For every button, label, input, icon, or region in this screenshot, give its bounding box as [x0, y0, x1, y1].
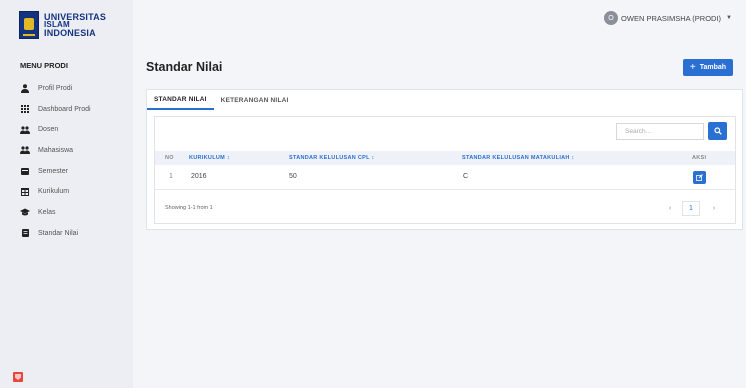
prev-page-button[interactable]: ‹	[663, 201, 677, 216]
sidebar-item-profil-prodi[interactable]: Profil Prodi	[20, 78, 91, 99]
sidebar-item-kelas[interactable]: Kelas	[20, 202, 91, 223]
sidebar-menu: Profil Prodi Dashboard Prodi Dosen Mahas…	[20, 78, 91, 244]
search-input[interactable]	[616, 123, 704, 140]
sidebar-item-kurikulum[interactable]: Kurikulum	[20, 181, 91, 202]
search-button[interactable]	[708, 122, 727, 140]
cell-matakuliah: C	[463, 173, 469, 180]
sidebar-item-semester[interactable]: Semester	[20, 161, 91, 182]
search-icon	[713, 127, 722, 135]
table-icon	[20, 187, 30, 196]
sidebar-item-dosen[interactable]: Dosen	[20, 119, 91, 140]
tab-standar-nilai[interactable]: STANDAR NILAI	[147, 90, 214, 110]
user-menu[interactable]: O OWEN PRASIMSHA (PRODI) ▼	[604, 11, 732, 25]
user-icon	[20, 84, 30, 93]
avatar: O	[604, 11, 619, 25]
page-number-button[interactable]: 1	[682, 201, 700, 216]
table-panel: NO KURIKULUM ↕ STANDAR KELULUSAN CPL ↕ S…	[154, 116, 736, 224]
chevron-right-icon: ›	[712, 205, 716, 212]
sidebar-item-label: Standar Nilai	[38, 229, 79, 237]
graduation-cap-icon	[20, 208, 30, 217]
table-row: 1 2016 50 C	[155, 165, 735, 190]
edit-button[interactable]	[693, 171, 706, 184]
page-title: Standar Nilai	[146, 60, 223, 74]
table-header: NO KURIKULUM ↕ STANDAR KELULUSAN CPL ↕ S…	[155, 151, 735, 165]
sidebar-item-label: Dashboard Prodi	[38, 105, 91, 113]
university-logo[interactable]: UNIVERSITAS ISLAM INDONESIA	[19, 8, 114, 42]
sidebar-item-label: Kelas	[38, 208, 56, 216]
column-header-kurikulum[interactable]: KURIKULUM ↕	[189, 155, 230, 161]
sidebar-item-label: Mahasiswa	[38, 146, 74, 154]
logo-line-3: INDONESIA	[44, 28, 96, 38]
add-button[interactable]: + Tambah	[683, 59, 733, 76]
tab-bar: STANDAR NILAI KETERANGAN NILAI	[147, 90, 296, 110]
users-icon	[20, 146, 30, 155]
content-card: STANDAR NILAI KETERANGAN NILAI NO KURIKU…	[146, 89, 743, 230]
edit-icon	[696, 174, 703, 181]
column-header-no: NO	[165, 155, 174, 161]
cell-kurikulum: 2016	[191, 173, 207, 180]
sidebar-item-label: Dosen	[38, 126, 59, 134]
sidebar-item-label: Kurikulum	[38, 188, 70, 196]
caret-down-icon: ▼	[726, 15, 732, 21]
column-header-matakuliah[interactable]: STANDAR KELULUSAN MATAKULIAH ↕	[462, 155, 575, 161]
add-button-label: Tambah	[699, 64, 727, 71]
sidebar-item-label: Profil Prodi	[38, 84, 73, 92]
grid-icon	[20, 105, 30, 114]
chevron-left-icon: ‹	[668, 205, 672, 212]
next-page-button[interactable]: ›	[707, 201, 721, 216]
users-icon	[20, 125, 30, 134]
column-header-aksi: AKSI	[692, 155, 707, 161]
logo-emblem-icon	[19, 11, 39, 39]
sidebar-item-dashboard-prodi[interactable]: Dashboard Prodi	[20, 99, 91, 120]
user-name: OWEN PRASIMSHA (PRODI)	[621, 13, 722, 23]
column-header-cpl[interactable]: STANDAR KELULUSAN CPL ↕	[289, 155, 375, 161]
tab-keterangan-nilai[interactable]: KETERANGAN NILAI	[214, 90, 296, 110]
calendar-icon	[20, 167, 30, 176]
taskbar-app-icon[interactable]	[13, 372, 23, 382]
sidebar: UNIVERSITAS ISLAM INDONESIA MENU PRODI P…	[0, 0, 133, 388]
menu-title: MENU PRODI	[20, 61, 68, 70]
sidebar-item-mahasiswa[interactable]: Mahasiswa	[20, 140, 91, 161]
cell-cpl: 50	[289, 173, 297, 180]
sidebar-item-standar-nilai[interactable]: Standar Nilai	[20, 223, 91, 244]
logo-text: UNIVERSITAS ISLAM INDONESIA	[44, 13, 106, 38]
showing-text: Showing 1-1 from 1	[165, 205, 213, 211]
cell-no: 1	[169, 173, 173, 180]
table-footer: Showing 1-1 from 1 ‹ 1 ›	[155, 199, 735, 219]
plus-icon: +	[689, 62, 696, 73]
document-icon	[20, 229, 30, 238]
sidebar-item-label: Semester	[38, 167, 68, 175]
